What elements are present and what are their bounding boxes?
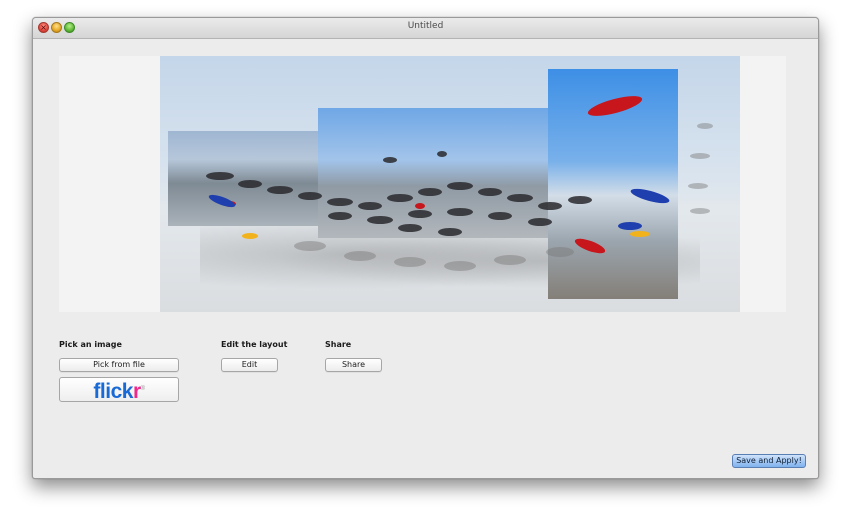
edit-layout-heading: Edit the layout xyxy=(221,340,288,349)
flickr-logo-text: flick xyxy=(93,380,133,403)
controls-area: Pick an image Pick from file flickr® Edi… xyxy=(33,18,818,478)
flickr-button[interactable]: flickr® xyxy=(59,377,179,403)
flickr-logo: flickr® xyxy=(93,380,145,403)
save-and-apply-button[interactable]: Save and Apply! xyxy=(732,454,806,468)
pick-image-heading: Pick an image xyxy=(59,340,122,349)
edit-button[interactable]: Edit xyxy=(221,358,278,372)
share-button[interactable]: Share xyxy=(325,358,382,372)
flickr-trademark: ® xyxy=(140,386,145,392)
share-heading: Share xyxy=(325,340,352,349)
flickr-logo-r: r xyxy=(132,380,141,403)
app-window: × Untitled Pick an image Pick from file … xyxy=(32,17,819,479)
pick-from-file-button[interactable]: Pick from file xyxy=(59,358,179,372)
